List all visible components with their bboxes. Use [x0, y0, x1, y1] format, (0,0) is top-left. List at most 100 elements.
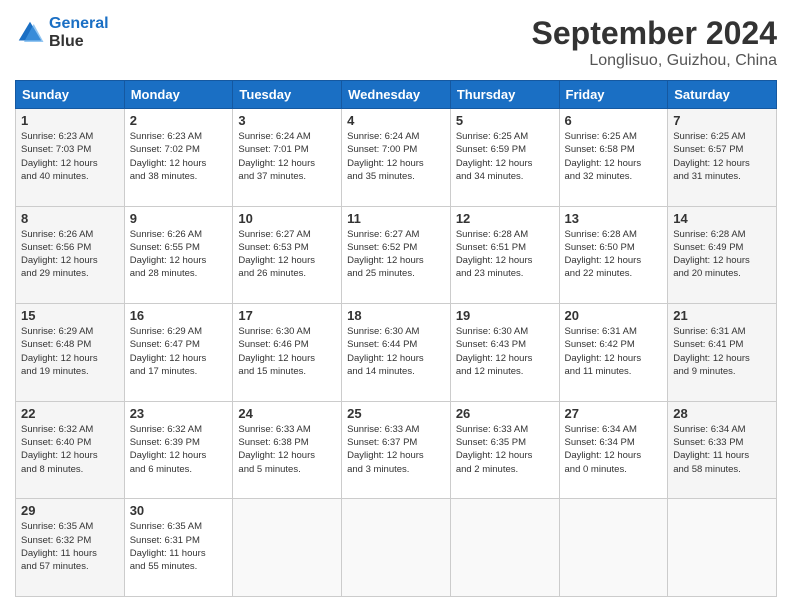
day-number: 25 — [347, 406, 445, 421]
day-info: Sunrise: 6:32 AM Sunset: 6:39 PM Dayligh… — [130, 423, 228, 476]
day-number: 30 — [130, 503, 228, 518]
calendar-cell: 24 Sunrise: 6:33 AM Sunset: 6:38 PM Dayli… — [233, 401, 342, 499]
calendar-cell: 7 Sunrise: 6:25 AM Sunset: 6:57 PM Daylig… — [668, 109, 777, 207]
calendar-cell: 3Sunrise: 6:24 AM Sunset: 7:01 PM Daylig… — [233, 109, 342, 207]
day-info: Sunrise: 6:34 AM Sunset: 6:33 PM Dayligh… — [673, 423, 771, 476]
location: Longlisuo, Guizhou, China — [532, 52, 777, 70]
col-sunday: Sunday — [16, 81, 125, 109]
week-row-5: 29Sunrise: 6:35 AM Sunset: 6:32 PM Dayli… — [16, 499, 777, 597]
calendar-cell: 13 Sunrise: 6:28 AM Sunset: 6:50 PM Dayli… — [559, 206, 668, 304]
day-info: Sunrise: 6:33 AM Sunset: 6:38 PM Dayligh… — [238, 423, 336, 476]
calendar-cell: 4 Sunrise: 6:24 AM Sunset: 7:00 PM Daylig… — [342, 109, 451, 207]
day-info: Sunrise: 6:29 AM Sunset: 6:48 PM Dayligh… — [21, 325, 119, 378]
calendar-cell: 30Sunrise: 6:35 AM Sunset: 6:31 PM Dayli… — [124, 499, 233, 597]
day-info: Sunrise: 6:31 AM Sunset: 6:41 PM Dayligh… — [673, 325, 771, 378]
day-number: 9 — [130, 211, 228, 226]
day-number: 13 — [565, 211, 663, 226]
calendar-cell — [559, 499, 668, 597]
calendar-cell — [450, 499, 559, 597]
day-info: Sunrise: 6:25 AM Sunset: 6:59 PM Dayligh… — [456, 130, 554, 183]
week-row-4: 22 Sunrise: 6:32 AM Sunset: 6:40 PM Dayli… — [16, 401, 777, 499]
calendar-cell: 21 Sunrise: 6:31 AM Sunset: 6:41 PM Dayli… — [668, 304, 777, 402]
logo-icon — [15, 18, 45, 48]
col-thursday: Thursday — [450, 81, 559, 109]
day-number: 21 — [673, 308, 771, 323]
calendar-cell: 17Sunrise: 6:30 AM Sunset: 6:46 PM Dayli… — [233, 304, 342, 402]
calendar-cell: 11Sunrise: 6:27 AM Sunset: 6:52 PM Dayli… — [342, 206, 451, 304]
calendar-cell: 2 Sunrise: 6:23 AM Sunset: 7:02 PM Daylig… — [124, 109, 233, 207]
day-number: 11 — [347, 211, 445, 226]
calendar-cell: 25 Sunrise: 6:33 AM Sunset: 6:37 PM Dayli… — [342, 401, 451, 499]
calendar-cell: 8 Sunrise: 6:26 AM Sunset: 6:56 PM Daylig… — [16, 206, 125, 304]
calendar-cell: 16 Sunrise: 6:29 AM Sunset: 6:47 PM Dayli… — [124, 304, 233, 402]
day-info: Sunrise: 6:24 AM Sunset: 7:00 PM Dayligh… — [347, 130, 445, 183]
day-number: 19 — [456, 308, 554, 323]
calendar-cell: 23Sunrise: 6:32 AM Sunset: 6:39 PM Dayli… — [124, 401, 233, 499]
day-number: 24 — [238, 406, 336, 421]
month-title: September 2024 — [532, 15, 777, 52]
day-info: Sunrise: 6:32 AM Sunset: 6:40 PM Dayligh… — [21, 423, 119, 476]
calendar-cell: 29Sunrise: 6:35 AM Sunset: 6:32 PM Dayli… — [16, 499, 125, 597]
day-number: 26 — [456, 406, 554, 421]
logo: General Blue — [15, 15, 109, 51]
week-row-3: 15 Sunrise: 6:29 AM Sunset: 6:48 PM Dayli… — [16, 304, 777, 402]
day-info: Sunrise: 6:25 AM Sunset: 6:58 PM Dayligh… — [565, 130, 663, 183]
day-number: 3 — [238, 113, 336, 128]
calendar-cell: 15 Sunrise: 6:29 AM Sunset: 6:48 PM Dayli… — [16, 304, 125, 402]
day-number: 8 — [21, 211, 119, 226]
calendar-cell — [233, 499, 342, 597]
col-saturday: Saturday — [668, 81, 777, 109]
calendar-cell: 9 Sunrise: 6:26 AM Sunset: 6:55 PM Daylig… — [124, 206, 233, 304]
day-number: 27 — [565, 406, 663, 421]
day-number: 14 — [673, 211, 771, 226]
day-info: Sunrise: 6:34 AM Sunset: 6:34 PM Dayligh… — [565, 423, 663, 476]
day-number: 28 — [673, 406, 771, 421]
day-info: Sunrise: 6:23 AM Sunset: 7:03 PM Dayligh… — [21, 130, 119, 183]
calendar-cell: 27 Sunrise: 6:34 AM Sunset: 6:34 PM Dayli… — [559, 401, 668, 499]
calendar-cell — [342, 499, 451, 597]
week-row-1: 1 Sunrise: 6:23 AM Sunset: 7:03 PM Daylig… — [16, 109, 777, 207]
day-number: 22 — [21, 406, 119, 421]
day-info: Sunrise: 6:33 AM Sunset: 6:37 PM Dayligh… — [347, 423, 445, 476]
col-friday: Friday — [559, 81, 668, 109]
col-monday: Monday — [124, 81, 233, 109]
day-info: Sunrise: 6:35 AM Sunset: 6:32 PM Dayligh… — [21, 520, 119, 573]
day-info: Sunrise: 6:28 AM Sunset: 6:50 PM Dayligh… — [565, 228, 663, 281]
calendar-cell: 12Sunrise: 6:28 AM Sunset: 6:51 PM Dayli… — [450, 206, 559, 304]
calendar-table: Sunday Monday Tuesday Wednesday Thursday… — [15, 80, 777, 597]
day-info: Sunrise: 6:26 AM Sunset: 6:56 PM Dayligh… — [21, 228, 119, 281]
day-number: 4 — [347, 113, 445, 128]
calendar-cell: 19Sunrise: 6:30 AM Sunset: 6:43 PM Dayli… — [450, 304, 559, 402]
calendar-cell: 28 Sunrise: 6:34 AM Sunset: 6:33 PM Dayli… — [668, 401, 777, 499]
day-number: 7 — [673, 113, 771, 128]
day-info: Sunrise: 6:23 AM Sunset: 7:02 PM Dayligh… — [130, 130, 228, 183]
header-row: Sunday Monday Tuesday Wednesday Thursday… — [16, 81, 777, 109]
day-number: 6 — [565, 113, 663, 128]
calendar-cell: 18Sunrise: 6:30 AM Sunset: 6:44 PM Dayli… — [342, 304, 451, 402]
col-tuesday: Tuesday — [233, 81, 342, 109]
calendar-cell: 20Sunrise: 6:31 AM Sunset: 6:42 PM Dayli… — [559, 304, 668, 402]
calendar-cell — [668, 499, 777, 597]
calendar-cell: 5 Sunrise: 6:25 AM Sunset: 6:59 PM Daylig… — [450, 109, 559, 207]
day-info: Sunrise: 6:33 AM Sunset: 6:35 PM Dayligh… — [456, 423, 554, 476]
day-info: Sunrise: 6:27 AM Sunset: 6:53 PM Dayligh… — [238, 228, 336, 281]
page: General Blue September 2024 Longlisuo, G… — [0, 0, 792, 612]
day-number: 16 — [130, 308, 228, 323]
day-number: 1 — [21, 113, 119, 128]
day-number: 18 — [347, 308, 445, 323]
day-number: 15 — [21, 308, 119, 323]
day-number: 17 — [238, 308, 336, 323]
day-info: Sunrise: 6:31 AM Sunset: 6:42 PM Dayligh… — [565, 325, 663, 378]
day-number: 5 — [456, 113, 554, 128]
calendar-cell: 10Sunrise: 6:27 AM Sunset: 6:53 PM Dayli… — [233, 206, 342, 304]
calendar-cell: 22 Sunrise: 6:32 AM Sunset: 6:40 PM Dayli… — [16, 401, 125, 499]
day-info: Sunrise: 6:25 AM Sunset: 6:57 PM Dayligh… — [673, 130, 771, 183]
logo-text: General Blue — [49, 15, 109, 51]
header: General Blue September 2024 Longlisuo, G… — [15, 15, 777, 70]
title-section: September 2024 Longlisuo, Guizhou, China — [532, 15, 777, 70]
day-info: Sunrise: 6:28 AM Sunset: 6:49 PM Dayligh… — [673, 228, 771, 281]
day-info: Sunrise: 6:26 AM Sunset: 6:55 PM Dayligh… — [130, 228, 228, 281]
day-number: 2 — [130, 113, 228, 128]
calendar-cell: 6 Sunrise: 6:25 AM Sunset: 6:58 PM Daylig… — [559, 109, 668, 207]
day-info: Sunrise: 6:29 AM Sunset: 6:47 PM Dayligh… — [130, 325, 228, 378]
